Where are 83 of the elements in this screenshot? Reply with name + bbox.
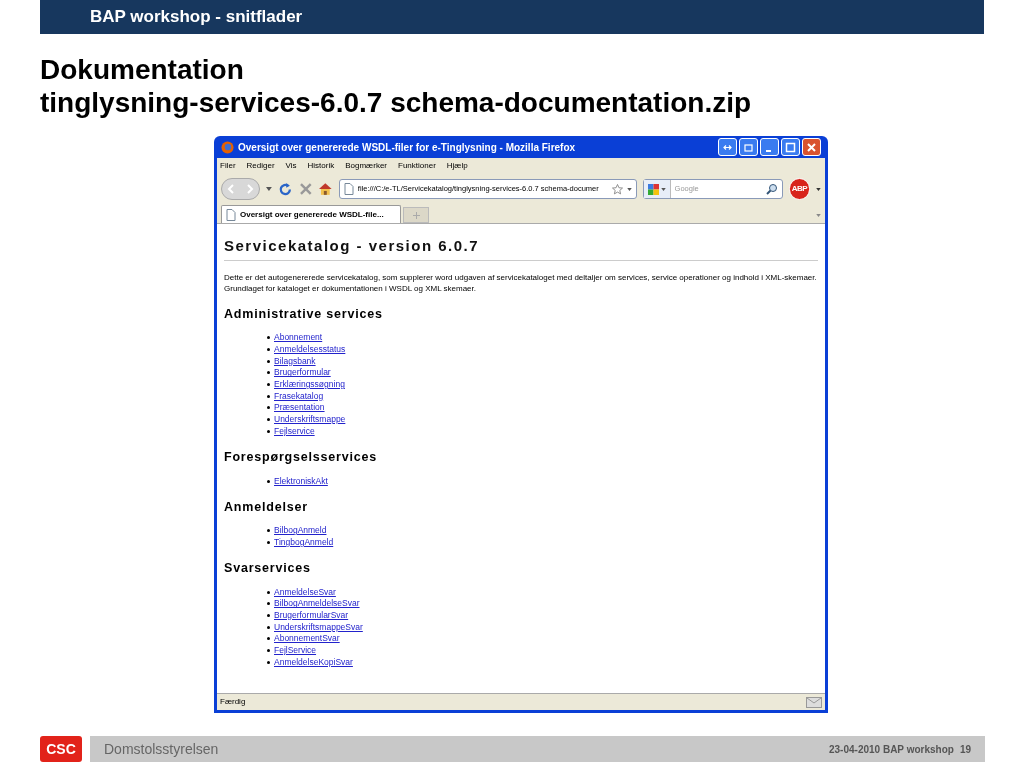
bullet-icon	[267, 649, 270, 653]
bullet-icon	[267, 613, 270, 617]
maximize-icon[interactable]	[781, 138, 800, 156]
service-link[interactable]: BrugerformularSvar	[274, 609, 349, 621]
window-title: Oversigt over genererede WSDL-filer for e-Tinglysning - Mozilla Firefox	[238, 140, 577, 155]
slide-title: tinglysning-services-6.0.7 schema-documentation.zip	[40, 86, 753, 119]
service-link[interactable]: Brugerformular	[274, 367, 331, 379]
service-link[interactable]: BilbogAnmeld	[274, 525, 327, 537]
dropdown-icon[interactable]	[266, 187, 272, 191]
reload-icon[interactable]	[277, 181, 293, 197]
bullet-icon	[267, 540, 270, 544]
service-link[interactable]: Abonnement	[274, 332, 323, 344]
menu-item[interactable]: Funktioner	[398, 160, 436, 172]
bullet-icon	[267, 394, 270, 398]
service-link[interactable]: TingbogAnmeld	[274, 536, 334, 548]
adblock-button[interactable]: ABP	[788, 178, 811, 200]
home-icon[interactable]	[318, 182, 333, 196]
plus-icon	[412, 211, 420, 219]
bullet-icon	[267, 625, 270, 629]
restore-icon[interactable]	[739, 138, 758, 156]
service-link[interactable]: Erklæringssøgning	[274, 379, 345, 391]
bullet-icon	[267, 359, 270, 363]
search-icon[interactable]	[765, 183, 778, 195]
service-link[interactable]: ElektroniskAkt	[274, 475, 328, 487]
section-heading: Forespørgselsservices	[224, 449, 378, 466]
service-link[interactable]: FejlService	[274, 645, 317, 657]
service-link[interactable]: Bilagsbank	[274, 355, 316, 367]
page-icon	[343, 183, 354, 195]
dropdown-icon[interactable]	[626, 187, 632, 191]
page-number: 19	[959, 742, 971, 757]
service-link[interactable]: Underskriftsmappe	[274, 414, 346, 426]
intro-paragraph: Dette er det autogenererede servicekatalog, som supplerer word udgaven af servicekataloget med deltaljer om services, service operationer og indhold i XML-skemaer. Grundlaget for kataloget er dokumentationen i WSDL og XML skemaer.	[224, 272, 818, 294]
browser-tab[interactable]: Oversigt over genererede WSDL-file...	[221, 205, 401, 223]
page-icon	[226, 208, 236, 221]
service-link[interactable]: Frasekatalog	[274, 390, 324, 402]
bullet-icon	[267, 348, 270, 352]
star-icon[interactable]	[611, 183, 623, 195]
status-text: Færdig	[220, 696, 247, 708]
footer-info: 23-04-2010 BAP workshop	[829, 742, 954, 757]
service-link[interactable]: Anmeldelsesstatus	[274, 344, 346, 356]
dropdown-icon[interactable]	[816, 187, 821, 191]
header-title: BAP workshop - snitflader	[90, 6, 303, 29]
page-heading: Servicekatalog - version 6.0.7	[224, 237, 481, 255]
service-link[interactable]: AnmeldelseSvar	[274, 586, 336, 598]
bullet-icon	[267, 660, 270, 664]
service-link[interactable]: BilbogAnmeldelseSvar	[274, 598, 360, 610]
menu-item[interactable]: Bogmærker	[345, 160, 387, 172]
menu-item[interactable]: Rediger	[246, 160, 275, 172]
stop-icon[interactable]	[298, 182, 313, 196]
sidebar-icon[interactable]	[718, 138, 737, 156]
bullet-icon	[267, 637, 270, 641]
bullet-icon	[267, 418, 270, 422]
logo: CSC	[40, 736, 82, 762]
bullet-icon	[267, 406, 270, 410]
back-forward-button[interactable]	[221, 178, 261, 200]
service-link[interactable]: AbonnementSvar	[274, 633, 340, 645]
bullet-icon	[267, 529, 270, 533]
bullet-icon	[267, 479, 270, 483]
service-link[interactable]: UnderskriftsmappeSvar	[274, 621, 363, 633]
back-icon	[227, 184, 236, 194]
dropdown-icon[interactable]	[660, 187, 666, 191]
menu-item[interactable]: Vis	[285, 160, 297, 172]
bullet-icon	[267, 590, 270, 594]
mail-icon	[806, 696, 822, 708]
bullet-icon	[267, 336, 270, 340]
menu-item[interactable]: Historik	[307, 160, 335, 172]
service-link[interactable]: Fejlservice	[274, 425, 315, 437]
bullet-icon	[267, 602, 270, 606]
service-link[interactable]: AnmeldelseKopiSvar	[274, 656, 353, 668]
menu-item[interactable]: Hjælp	[446, 160, 468, 172]
minimize-icon[interactable]	[760, 138, 779, 156]
section-heading: Anmeldelser	[224, 498, 309, 515]
footer-organization: Domstolsstyrelsen	[104, 739, 220, 759]
close-icon[interactable]	[802, 138, 821, 156]
bullet-icon	[267, 429, 270, 433]
section-heading: Svarservices	[224, 560, 312, 577]
menu-item[interactable]: Filer	[220, 160, 236, 172]
slide-title: Dokumentation	[40, 53, 245, 86]
service-link[interactable]: Præsentation	[274, 402, 325, 414]
section-heading: Administrative services	[224, 306, 384, 322]
bullet-icon	[267, 383, 270, 387]
bullet-icon	[267, 371, 270, 375]
forward-icon	[245, 184, 254, 194]
